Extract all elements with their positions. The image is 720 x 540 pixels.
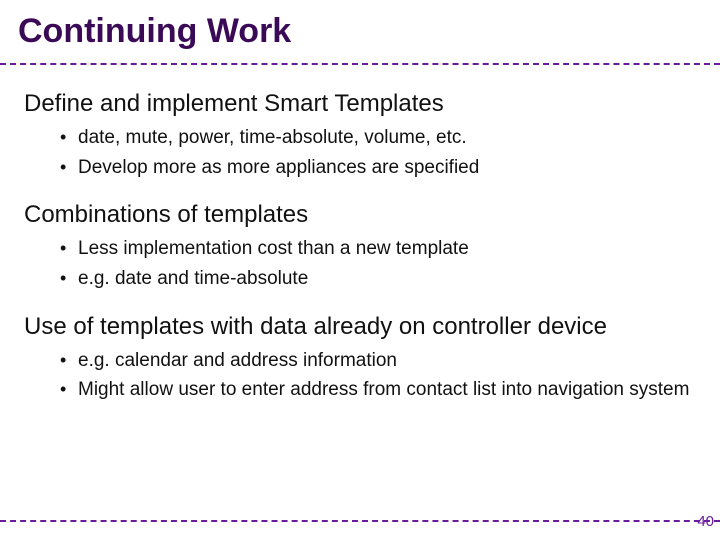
list-item: Develop more as more appliances are spec… <box>60 153 696 183</box>
section-head: Use of templates with data already on co… <box>24 312 696 342</box>
divider-bottom <box>0 520 720 522</box>
list-item: date, mute, power, time-absolute, volume… <box>60 123 696 153</box>
list-item: Less implementation cost than a new temp… <box>60 234 696 264</box>
list-item: e.g. date and time-absolute <box>60 264 696 294</box>
slide: Continuing Work Define and implement Sma… <box>0 0 720 540</box>
section-head: Combinations of templates <box>24 200 696 230</box>
list-item: e.g. calendar and address information <box>60 346 696 376</box>
bullet-list: date, mute, power, time-absolute, volume… <box>24 123 696 182</box>
page-number: 40 <box>697 513 714 530</box>
bullet-list: Less implementation cost than a new temp… <box>24 234 696 293</box>
bullet-list: e.g. calendar and address information Mi… <box>24 346 696 405</box>
list-item: Might allow user to enter address from c… <box>60 375 696 405</box>
slide-title: Continuing Work <box>0 0 720 59</box>
section-head: Define and implement Smart Templates <box>24 89 696 119</box>
slide-content: Define and implement Smart Templates dat… <box>0 65 720 405</box>
